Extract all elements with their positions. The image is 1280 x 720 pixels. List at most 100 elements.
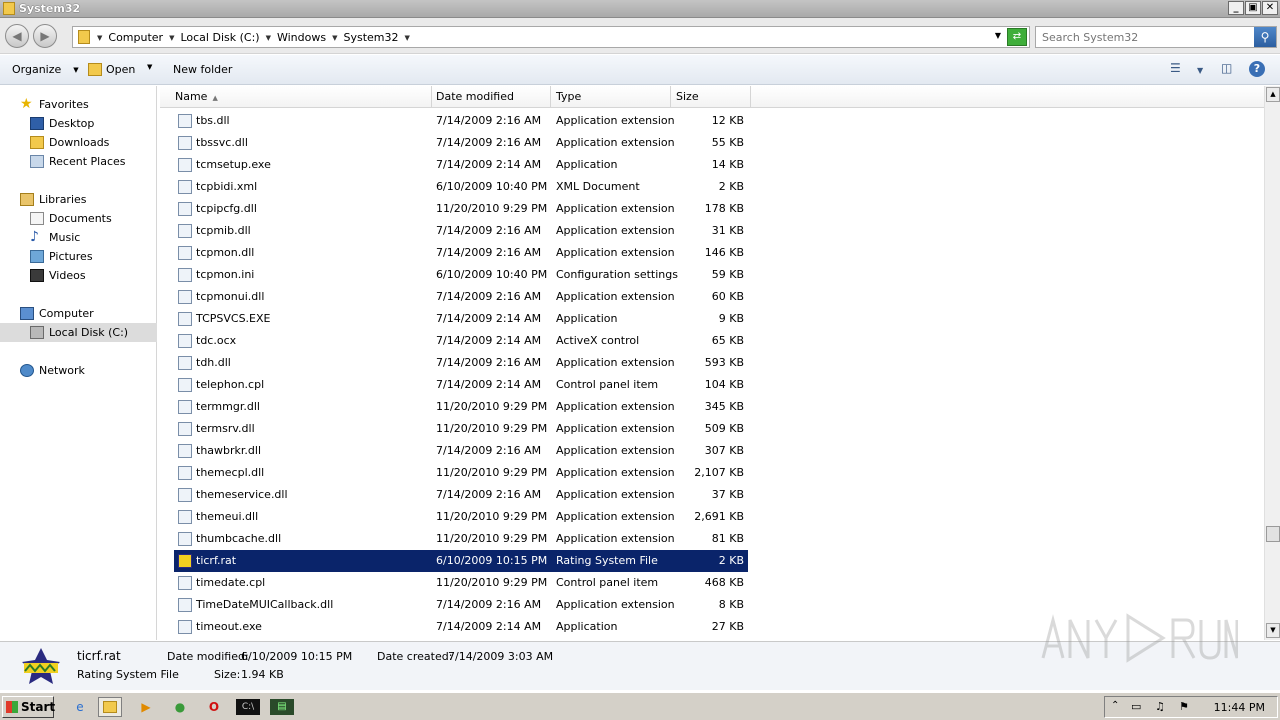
search-icon[interactable]: ⚲ [1254, 27, 1276, 47]
file-row[interactable]: tbssvc.dll 7/14/2009 2:16 AM Application e… [174, 132, 748, 154]
maximize-button[interactable]: ▣ [1245, 1, 1261, 15]
file-name: tbs.dll [196, 114, 230, 127]
file-type: Application extension [556, 598, 675, 611]
show-hidden-icons-icon[interactable]: ⌃ [1111, 700, 1119, 711]
column-size[interactable]: Size [671, 86, 751, 108]
open-dropdown[interactable]: ▼ [147, 63, 152, 71]
network-tool-icon[interactable]: ▤ [270, 699, 294, 715]
view-dropdown[interactable]: ▼ [1197, 66, 1203, 75]
breadcrumb-root-arrow[interactable]: ▼ [97, 34, 102, 42]
search-input[interactable] [1042, 30, 1252, 44]
nav-pictures[interactable]: Pictures [30, 247, 93, 265]
vertical-scrollbar[interactable]: ▲ ▼ [1264, 86, 1280, 640]
file-row[interactable]: themeui.dll 11/20/2010 9:29 PM Application… [174, 506, 748, 528]
file-size: 178 KB [704, 202, 744, 215]
search-box[interactable]: ⚲ [1035, 26, 1277, 48]
taskbar: Start e ▶ ● O C:\ ▤ ⌃ ▭ ♫ ⚑ 11:44 PM [0, 692, 1280, 720]
file-row[interactable]: thumbcache.dll 11/20/2010 9:29 PM Applicat… [174, 528, 748, 550]
nav-music[interactable]: ♪ Music [30, 228, 80, 246]
file-icon [178, 246, 192, 260]
nav-videos[interactable]: Videos [30, 266, 86, 284]
network-status-icon[interactable]: ▭ [1131, 700, 1141, 713]
breadcrumb-computer[interactable]: Computer ▼ [108, 31, 174, 44]
file-date-modified: 6/10/2009 10:40 PM [436, 180, 548, 193]
file-row[interactable]: telephon.cpl 7/14/2009 2:14 AM Control pan… [174, 374, 748, 396]
view-icon[interactable]: ☰ [1170, 61, 1181, 75]
nav-label: Documents [49, 211, 112, 225]
scroll-thumb[interactable] [1266, 526, 1280, 542]
media-player-icon[interactable]: ▶ [134, 697, 158, 717]
file-row[interactable]: timedate.cpl 11/20/2010 9:29 PM Control pa… [174, 572, 748, 594]
nav-computer[interactable]: Computer [20, 304, 94, 322]
file-row[interactable]: termsrv.dll 11/20/2010 9:29 PM Application… [174, 418, 748, 440]
file-row[interactable]: timeout.exe 7/14/2009 2:14 AM Application 2… [174, 616, 748, 638]
file-row[interactable]: thawbrkr.dll 7/14/2009 2:16 AM Application… [174, 440, 748, 462]
file-row[interactable]: TimeDateMUICallback.dll 7/14/2009 2:16 AM… [174, 594, 748, 616]
breadcrumb-system32[interactable]: System32 ▼ [343, 31, 409, 44]
breadcrumb-local-disk[interactable]: Local Disk (C:) ▼ [180, 31, 271, 44]
nav-label: Computer [39, 306, 94, 320]
file-row[interactable]: tbs.dll 7/14/2009 2:16 AM Application exte… [174, 110, 748, 132]
file-row[interactable]: tdc.ocx 7/14/2009 2:14 AM ActiveX control 6… [174, 330, 748, 352]
internet-explorer-icon[interactable]: e [68, 697, 92, 717]
file-row[interactable]: tdh.dll 7/14/2009 2:16 AM Application exte… [174, 352, 748, 374]
forward-button[interactable]: ▶ [33, 24, 57, 48]
file-date-modified: 7/14/2009 2:16 AM [436, 136, 542, 149]
back-button[interactable]: ◀ [5, 24, 29, 48]
nav-network[interactable]: Network [20, 361, 85, 379]
file-icon [178, 400, 192, 414]
refresh-icon[interactable]: ⇄ [1007, 28, 1027, 46]
clock[interactable]: 11:44 PM [1214, 701, 1265, 714]
address-history-dropdown[interactable]: ▼ [995, 31, 1001, 40]
nav-downloads[interactable]: Downloads [30, 133, 109, 151]
file-row[interactable]: tcpipcfg.dll 11/20/2010 9:29 PM Applicatio… [174, 198, 748, 220]
file-row[interactable]: tcpmon.ini 6/10/2009 10:40 PM Configuratio… [174, 264, 748, 286]
file-row[interactable]: tcpmonui.dll 7/14/2009 2:16 AM Application… [174, 286, 748, 308]
chevron-down-icon[interactable]: ▼ [169, 34, 174, 42]
file-icon [178, 114, 192, 128]
file-date-modified: 7/14/2009 2:14 AM [436, 312, 542, 325]
file-row[interactable]: tcmsetup.exe 7/14/2009 2:14 AM Application… [174, 154, 748, 176]
volume-icon[interactable]: ♫ [1155, 700, 1165, 713]
preview-pane-icon[interactable]: ◫ [1221, 61, 1232, 75]
open-button[interactable]: Open [88, 63, 135, 76]
file-row[interactable]: tcpbidi.xml 6/10/2009 10:40 PM XML Documen… [174, 176, 748, 198]
file-size: 60 KB [711, 290, 744, 303]
new-folder-button[interactable]: New folder [173, 63, 232, 76]
file-row[interactable]: TCPSVCS.EXE 7/14/2009 2:14 AM Application 9… [174, 308, 748, 330]
nav-recent-places[interactable]: Recent Places [30, 152, 126, 170]
file-row[interactable]: termmgr.dll 11/20/2010 9:29 PM Application… [174, 396, 748, 418]
help-icon[interactable]: ? [1249, 61, 1265, 77]
column-type[interactable]: Type [551, 86, 671, 108]
address-bar[interactable]: ▼ Computer ▼ Local Disk (C:) ▼ Windows ▼ Sy… [72, 26, 1030, 48]
explorer-taskbar-icon[interactable] [98, 697, 122, 717]
scroll-down-arrow[interactable]: ▼ [1266, 623, 1280, 638]
chevron-down-icon[interactable]: ▼ [332, 34, 337, 42]
breadcrumb-windows[interactable]: Windows ▼ [277, 31, 338, 44]
file-row[interactable]: tcpmib.dll 7/14/2009 2:16 AM Application e… [174, 220, 748, 242]
chevron-down-icon[interactable]: ▼ [405, 34, 410, 42]
file-row[interactable]: themecpl.dll 11/20/2010 9:29 PM Applicatio… [174, 462, 748, 484]
nav-libraries[interactable]: Libraries [20, 190, 87, 208]
minimize-button[interactable]: _ [1228, 1, 1244, 15]
start-button[interactable]: Start [2, 696, 55, 718]
file-row[interactable]: ticrf.rat 6/10/2009 10:15 PM Rating System… [174, 550, 748, 572]
organize-button[interactable]: Organize ▼ [12, 63, 79, 76]
nav-favorites[interactable]: ★ Favorites [20, 95, 89, 113]
file-row[interactable]: themeservice.dll 7/14/2009 2:16 AM Applica… [174, 484, 748, 506]
command-prompt-icon[interactable]: C:\ [236, 699, 260, 715]
column-date-modified[interactable]: Date modified [431, 86, 551, 108]
file-size: 65 KB [711, 334, 744, 347]
nav-desktop[interactable]: Desktop [30, 114, 94, 132]
details-file-type: Rating System File [77, 668, 179, 681]
file-row[interactable]: tcpmon.dll 7/14/2009 2:16 AM Application e… [174, 242, 748, 264]
column-name[interactable]: Name ▲ [170, 86, 432, 108]
nav-documents[interactable]: Documents [30, 209, 112, 227]
nav-local-disk[interactable]: Local Disk (C:) [30, 323, 128, 341]
chrome-icon[interactable]: ● [168, 697, 192, 717]
close-button[interactable]: ✕ [1262, 1, 1278, 15]
action-center-flag-icon[interactable]: ⚑ [1179, 700, 1189, 713]
scroll-up-arrow[interactable]: ▲ [1266, 87, 1280, 102]
chevron-down-icon[interactable]: ▼ [266, 34, 271, 42]
opera-icon[interactable]: O [202, 697, 226, 717]
